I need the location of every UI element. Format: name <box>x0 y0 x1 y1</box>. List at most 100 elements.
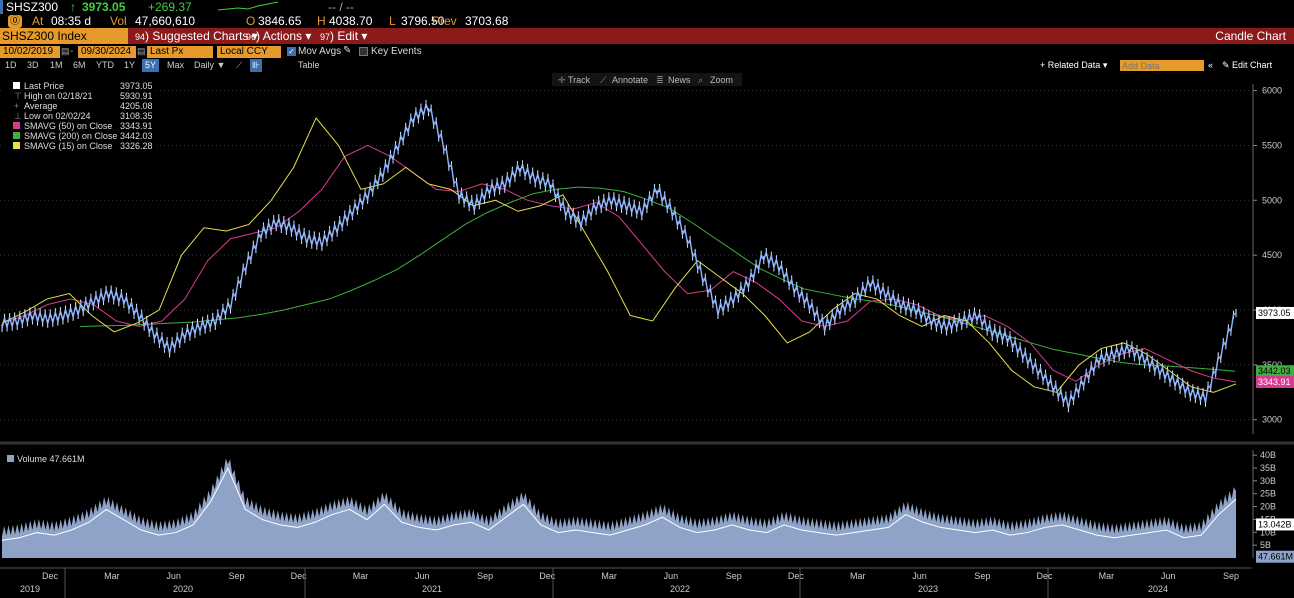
volume-tick-label: 5B <box>1260 540 1271 550</box>
ticker-symbol[interactable]: SHSZ300 <box>6 0 58 14</box>
volume-tick-label: 30B <box>1260 476 1276 486</box>
mov-avgs-checkbox[interactable]: ✓ <box>287 47 296 56</box>
legend-swatch <box>13 142 20 149</box>
series-line-last-price <box>1 101 1237 409</box>
candle-chart-icon[interactable]: ⊪ <box>250 59 262 72</box>
tf-1d[interactable]: 1D <box>5 59 17 72</box>
prev-label: Prev <box>432 14 457 28</box>
edit-label: Edit <box>337 29 359 43</box>
period-select[interactable]: Daily ▼ <box>194 59 225 72</box>
year-label: 2021 <box>422 584 442 594</box>
price-chart[interactable]: ✛ Track ⟋ Annotate ≣ News ⌕ Zoom Last Pr… <box>0 72 1294 598</box>
open-value: 3846.65 <box>258 14 302 28</box>
suggested-charts-button[interactable]: 94) Suggested Charts ▾ <box>135 28 258 45</box>
low-label: L <box>389 14 396 28</box>
end-date-field[interactable]: 09/30/2024 <box>78 46 136 58</box>
chevron-down-icon: ▾ <box>361 29 368 43</box>
month-label: Dec <box>788 571 805 581</box>
sparkline <box>218 1 278 11</box>
price-tick-label: 5500 <box>1262 140 1282 150</box>
series-line-smavg-50- <box>1 144 1237 383</box>
collapse-icon[interactable]: « <box>1208 59 1213 72</box>
field-select[interactable]: Last Px <box>147 46 213 58</box>
legend-swatch <box>13 132 20 139</box>
bid-ask: -- / -- <box>328 0 354 14</box>
menu-bar: SHSZ300 Index 94) Suggested Charts ▾ 96)… <box>0 28 1294 44</box>
lock-icon[interactable]: ⓪ <box>8 15 22 28</box>
series-line-smavg-15- <box>1 117 1237 393</box>
table-button[interactable]: Table <box>298 59 320 72</box>
tool-annotate[interactable]: Annotate <box>612 75 648 85</box>
annotate-icon: ⟋ <box>600 75 607 85</box>
chart-type-label[interactable]: Candle Chart <box>1215 28 1286 44</box>
currency-select[interactable]: Local CCY <box>217 46 281 58</box>
high-label: H <box>317 14 326 28</box>
suggested-charts-label: Suggested Charts <box>152 29 249 43</box>
month-label: Sep <box>974 571 990 581</box>
security-field[interactable]: SHSZ300 Index <box>0 28 128 44</box>
add-data-input[interactable] <box>1120 60 1204 71</box>
month-label: Sep <box>477 571 493 581</box>
actions-num: 96 <box>246 32 257 42</box>
tf-1y[interactable]: 1Y <box>124 59 135 72</box>
legend-value: 4205.08 <box>120 101 153 111</box>
related-data-label: Related Data <box>1047 60 1101 70</box>
month-label: Sep <box>726 571 742 581</box>
edit-button[interactable]: 97) Edit ▾ <box>320 28 367 45</box>
tf-3d[interactable]: 3D <box>27 59 39 72</box>
tf-ytd[interactable]: YTD <box>96 59 114 72</box>
related-data-button[interactable]: + Related Data ▾ <box>1040 59 1107 72</box>
tf-max[interactable]: Max <box>167 59 184 72</box>
date-separator: - <box>70 46 74 57</box>
price-tag-label: 3343.91 <box>1258 377 1291 387</box>
line-chart-icon[interactable]: ⟋ <box>236 59 242 72</box>
key-events-checkbox[interactable] <box>359 47 368 56</box>
key-events-label[interactable]: Key Events <box>371 46 422 57</box>
start-date-field[interactable]: 10/02/2019 <box>0 46 60 58</box>
actions-button[interactable]: 96) Actions ▾ <box>246 28 311 45</box>
month-label: Jun <box>415 571 430 581</box>
mov-avgs-label[interactable]: Mov Avgs <box>298 46 341 57</box>
edit-chart-label: Edit Chart <box>1232 60 1273 70</box>
series-layer <box>1 99 1237 413</box>
legend-marker-icon: + <box>14 101 19 111</box>
legend-value: 5930.91 <box>120 91 153 101</box>
price-tick-label: 4500 <box>1262 250 1282 260</box>
tf-5y[interactable]: 5Y <box>142 59 160 72</box>
volume-value: 47,660,610 <box>135 14 196 28</box>
pencil-icon[interactable]: ✎ <box>343 45 351 56</box>
year-label: 2022 <box>670 584 690 594</box>
month-label: Mar <box>601 571 617 581</box>
legend-value: 3108.35 <box>120 111 153 121</box>
calendar-icon[interactable]: ▤ <box>137 46 146 57</box>
price-tag-label: 3973.05 <box>1258 308 1291 318</box>
year-label: 2019 <box>20 584 40 594</box>
chart-legend: Last Price 3973.05 ⊤ High on 02/18/21 5930.9… <box>3 80 155 158</box>
legend-label: SMAVG (50) on Close <box>24 121 112 131</box>
volume-legend-label: Volume 47.661M <box>17 454 85 464</box>
tf-6m[interactable]: 6M <box>73 59 86 72</box>
price-tag-label: 3442.03 <box>1258 366 1291 376</box>
price-axis: 30003500400045005000550060003973.053442.… <box>1252 84 1294 434</box>
tool-zoom[interactable]: Zoom <box>710 75 733 85</box>
controls-row: 10/02/2019 ▤ - 09/30/2024 ▤ Last Px Loca… <box>0 45 1294 59</box>
legend-value: 3343.91 <box>120 121 153 131</box>
calendar-icon[interactable]: ▤ <box>61 46 70 57</box>
price-tick-label: 3000 <box>1262 415 1282 425</box>
tool-track[interactable]: Track <box>568 75 591 85</box>
legend-value: 3442.03 <box>120 131 153 141</box>
chevron-down-icon: ▼ <box>216 60 226 70</box>
series-line-smavg-200- <box>79 186 1236 372</box>
ticker-row: SHSZ300 ↑ 3973.05 +269.37 -- / -- <box>0 0 1294 14</box>
actions-label: Actions <box>262 29 303 43</box>
year-label: 2023 <box>918 584 938 594</box>
volume-tick-label: 20B <box>1260 502 1276 512</box>
suggested-charts-num: 94 <box>135 32 146 42</box>
tf-1m[interactable]: 1M <box>50 59 63 72</box>
edit-chart-button[interactable]: ✎ Edit Chart <box>1222 59 1272 72</box>
month-label: Mar <box>850 571 866 581</box>
edit-num: 97 <box>320 32 331 42</box>
month-label: Dec <box>1037 571 1054 581</box>
tool-news[interactable]: News <box>668 75 691 85</box>
vol-label: Vol <box>110 14 127 28</box>
